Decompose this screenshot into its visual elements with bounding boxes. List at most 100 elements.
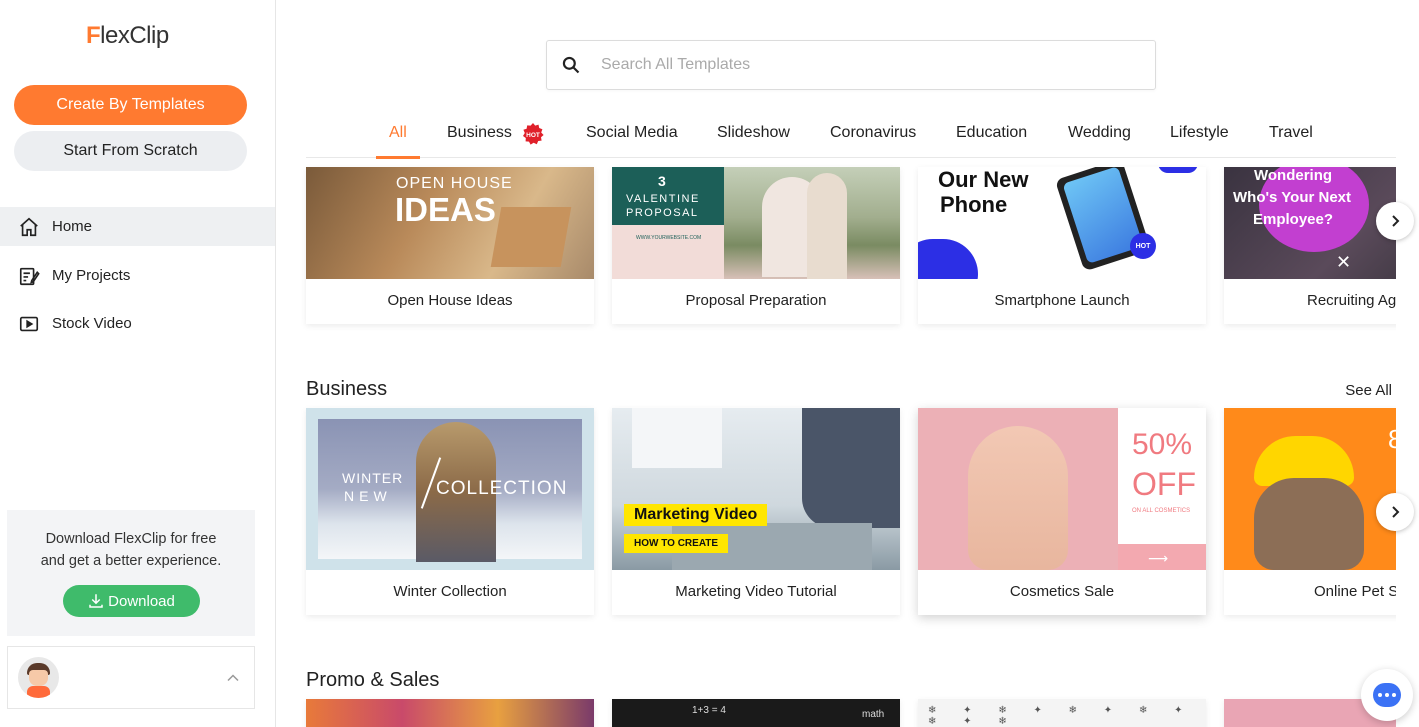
face-shape xyxy=(968,426,1068,570)
template-card[interactable]: Marketing Video HOW TO CREATE Marketing … xyxy=(612,408,900,615)
template-title: Recruiting Ag xyxy=(1307,292,1396,309)
template-thumbnail: 3 VALENTINE PROPOSAL WWW.YOURWEBSITE.COM xyxy=(612,167,900,279)
chat-support-button[interactable] xyxy=(1361,669,1413,721)
carousel-next-button[interactable] xyxy=(1376,202,1414,240)
blue-blob xyxy=(918,239,978,279)
category-tabs: All Business HOT Social Media Slideshow … xyxy=(306,112,1396,159)
download-icon xyxy=(89,594,103,608)
thumb-text: VALENTINE xyxy=(626,193,700,205)
tab-social-media[interactable]: Social Media xyxy=(586,112,678,158)
tab-all[interactable]: All xyxy=(376,112,420,159)
template-card[interactable]: ❄ ✦ ❄ ✦ ❄ ✦ ❄ ✦ ❄ ✦ ❄ xyxy=(918,699,1206,727)
thumb-text: WINTER xyxy=(342,470,404,486)
thumb-text: Who's Your Next xyxy=(1233,189,1352,206)
chevron-right-icon xyxy=(1392,215,1400,227)
start-from-scratch-button[interactable]: Start From Scratch xyxy=(14,131,247,171)
thumb-text: HOW TO CREATE xyxy=(624,534,729,553)
thumb-text: ON ALL COSMETICS xyxy=(1132,508,1191,514)
sidebar-item-stock-video[interactable]: Stock Video xyxy=(0,304,275,343)
download-promo: Download FlexClip for free and get a bet… xyxy=(7,510,255,636)
sidebar-item-label: My Projects xyxy=(52,267,131,284)
download-promo-text: Download FlexClip for free and get a bet… xyxy=(7,528,255,572)
chevron-up-icon[interactable] xyxy=(226,671,240,685)
blue-blob xyxy=(1158,167,1198,173)
section-title-promo: Promo & Sales xyxy=(306,669,440,691)
thumb-text: PROPOSAL xyxy=(626,207,699,219)
tab-travel[interactable]: Travel xyxy=(1269,112,1313,158)
download-label: Download xyxy=(108,592,175,610)
hot-badge: HOT xyxy=(1130,233,1156,259)
thumb-text: 8 xyxy=(1388,424,1396,454)
thumb-text: Our New xyxy=(938,167,1029,192)
template-title: Open House Ideas xyxy=(387,292,513,309)
template-title: Smartphone Launch xyxy=(994,292,1130,309)
thumb-text: NEW xyxy=(344,488,392,504)
thumb-text: Marketing Video xyxy=(624,504,768,526)
thumb-text: OFF xyxy=(1132,466,1196,502)
template-title: Cosmetics Sale xyxy=(1009,583,1115,600)
template-thumbnail: ⟶ 50% OFF ON ALL COSMETICS xyxy=(918,408,1206,570)
template-thumbnail: WINTER NEW COLLECTION xyxy=(306,408,594,570)
download-text-line2: and get a better experience. xyxy=(40,553,222,569)
template-card[interactable]: ⟶ 50% OFF ON ALL COSMETICS Cosmetics Sal… xyxy=(918,408,1206,615)
thumb-text: Wondering xyxy=(1254,167,1333,184)
template-card[interactable]: 1+3 = 4 math xyxy=(612,699,900,727)
sidebar-item-label: Home xyxy=(52,218,93,235)
thumb-text: 50% xyxy=(1132,428,1193,461)
sidebar-item-home[interactable]: Home xyxy=(0,207,275,246)
template-card[interactable]: HOT Our New Phone Smartphone Launch xyxy=(918,167,1206,324)
arrow-right-icon: ⟶ xyxy=(1148,550,1169,566)
template-card[interactable] xyxy=(306,699,594,727)
template-card[interactable]: Wondering Who's Your Next Employee? ✕ Re… xyxy=(1224,167,1396,324)
search-input[interactable] xyxy=(601,56,1121,74)
close-icon: ✕ xyxy=(1336,252,1352,272)
sidebar-item-label: Stock Video xyxy=(52,315,132,332)
thumb-text: math xyxy=(862,709,885,720)
download-button[interactable]: Download xyxy=(62,585,200,617)
tab-lifestyle[interactable]: Lifestyle xyxy=(1170,112,1229,158)
thumb-text: 1+3 = 4 xyxy=(692,705,726,716)
template-card[interactable]: WINTER NEW COLLECTION Winter Collection xyxy=(306,408,594,615)
template-thumbnail: ❄ ✦ ❄ ✦ ❄ ✦ ❄ ✦ ❄ ✦ ❄ xyxy=(918,699,1206,727)
tab-education[interactable]: Education xyxy=(956,112,1027,158)
template-title: Online Pet S xyxy=(1314,583,1396,600)
template-card[interactable]: OPEN HOUSE IDEAS Open House Ideas xyxy=(306,167,594,324)
template-title: Marketing Video Tutorial xyxy=(675,583,837,600)
thumb-text: WWW.YOURWEBSITE.COM xyxy=(636,235,702,241)
template-thumbnail: OPEN HOUSE IDEAS xyxy=(306,167,594,279)
user-menu[interactable] xyxy=(7,646,255,709)
template-card[interactable]: 8 Online Pet S xyxy=(1224,408,1396,615)
sidebar: FlexClip Create By Templates Start From … xyxy=(0,0,276,727)
tab-business[interactable]: Business xyxy=(447,112,512,158)
tab-label: Business xyxy=(447,124,512,141)
avatar xyxy=(18,657,59,698)
logo-text: lexClip xyxy=(100,22,169,49)
template-thumbnail: HOT Our New Phone xyxy=(918,167,1206,279)
home-icon xyxy=(20,217,38,236)
logo-mark: F xyxy=(86,22,101,49)
template-title: Winter Collection xyxy=(393,583,507,600)
thumb-text: 3 xyxy=(658,173,666,189)
tab-slideshow[interactable]: Slideshow xyxy=(717,112,790,158)
sidebar-item-my-projects[interactable]: My Projects xyxy=(0,256,275,295)
see-all-business-link[interactable]: See All xyxy=(1345,382,1392,399)
section-title-business: Business xyxy=(306,378,388,400)
template-thumbnail: Marketing Video HOW TO CREATE xyxy=(612,408,900,570)
download-text-line1: Download FlexClip for free xyxy=(45,531,217,547)
house-model xyxy=(490,207,572,267)
dog-shape xyxy=(1254,478,1364,570)
person-shape xyxy=(807,173,847,279)
search-icon xyxy=(562,56,580,74)
template-thumbnail: Wondering Who's Your Next Employee? ✕ xyxy=(1224,167,1396,279)
template-card[interactable]: 3 VALENTINE PROPOSAL WWW.YOURWEBSITE.COM… xyxy=(612,167,900,324)
flexclip-logo[interactable]: FlexClip xyxy=(86,22,169,50)
hot-badge-icon: HOT xyxy=(523,123,544,145)
tab-coronavirus[interactable]: Coronavirus xyxy=(830,112,916,158)
tab-wedding[interactable]: Wedding xyxy=(1068,112,1131,158)
hot-badge-text: HOT xyxy=(526,132,540,139)
create-by-templates-button[interactable]: Create By Templates xyxy=(14,85,247,125)
edit-icon xyxy=(19,267,40,285)
thumb-text: COLLECTION xyxy=(436,478,568,499)
template-thumbnail: 8 xyxy=(1224,408,1396,570)
carousel-next-button[interactable] xyxy=(1376,493,1414,531)
